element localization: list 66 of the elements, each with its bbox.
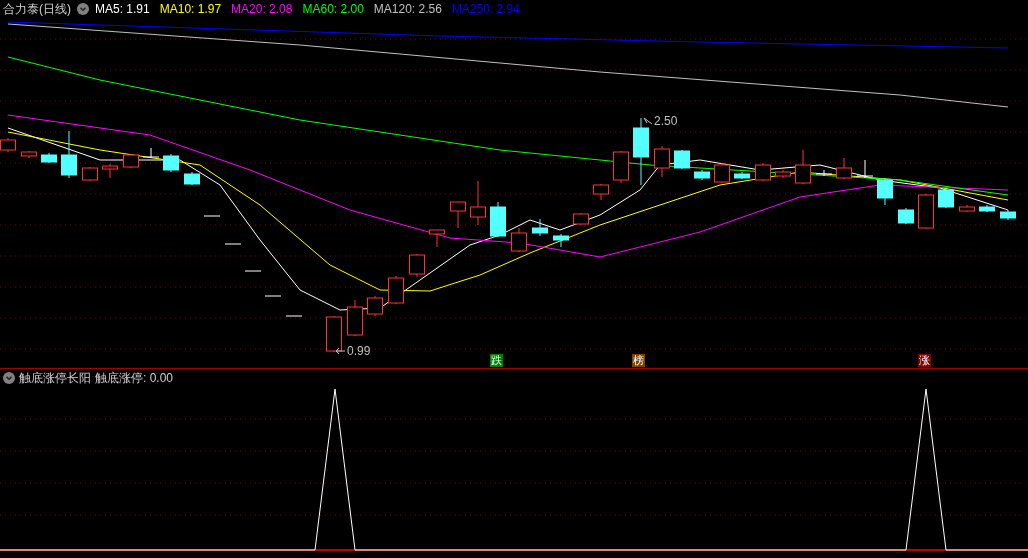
moving-average-value: MA250: 2.94 — [451, 1, 520, 18]
moving-average-value: MA20: 2.08 — [231, 1, 293, 18]
moving-average-value: MA5: 1.91 — [95, 1, 150, 18]
candlestick — [815, 169, 833, 177]
signal-marker: 榜 — [632, 354, 645, 367]
candlestick — [593, 183, 609, 201]
high-price-label: 2.50 — [654, 115, 678, 127]
candlestick — [285, 315, 303, 317]
indicator-value: 触底涨停: 0.00 — [95, 369, 174, 387]
candlestick — [388, 275, 404, 305]
candlestick — [553, 233, 569, 248]
candlestick — [61, 130, 77, 179]
candlestick — [734, 171, 750, 180]
chevron-down-icon[interactable] — [3, 371, 15, 384]
candlestick — [856, 159, 874, 179]
candlestick — [694, 169, 710, 181]
candlestick — [123, 153, 139, 169]
candlestick — [450, 201, 466, 229]
candlestick — [21, 150, 37, 159]
candlestick — [674, 149, 690, 170]
candlestick — [490, 201, 506, 238]
candlestick — [347, 299, 363, 337]
candlestick — [1000, 209, 1016, 221]
chevron-down-icon[interactable] — [77, 3, 89, 15]
signal-marker: 跌 — [490, 354, 503, 367]
candlestick — [203, 215, 221, 217]
candlestick — [795, 149, 811, 185]
indicator-title: 触底涨停长阳 — [19, 369, 91, 387]
candlestick — [264, 295, 282, 297]
candlestick — [654, 145, 670, 178]
moving-average-value: MA120: 2.56 — [373, 1, 442, 18]
candlestick — [326, 315, 342, 353]
candlestick — [573, 212, 589, 226]
candlestick — [836, 157, 852, 180]
candlestick — [142, 147, 160, 159]
candlestick — [613, 150, 629, 184]
signal-marker: 涨 — [918, 354, 931, 367]
candlestick — [633, 117, 649, 186]
candlestick — [959, 204, 975, 213]
candlestick — [409, 253, 425, 278]
candlestick — [41, 152, 57, 164]
moving-average-value: MA10: 1.97 — [159, 1, 222, 18]
candlestick — [938, 187, 954, 209]
arrow-icon — [643, 117, 653, 125]
candlestick — [918, 193, 934, 230]
candlestick — [429, 229, 445, 248]
moving-average-value: MA60: 2.00 — [302, 1, 364, 18]
candlestick — [367, 295, 383, 317]
candlestick — [532, 218, 548, 237]
candlestick — [755, 162, 771, 182]
candlestick — [775, 169, 791, 179]
candlestick — [244, 270, 262, 272]
low-price-label: 0.99 — [347, 345, 371, 357]
stock-title: 合力泰(日线) — [3, 1, 71, 18]
candlestick — [979, 204, 995, 213]
candlestick — [184, 171, 200, 186]
candlestick — [898, 207, 914, 225]
candlestick — [877, 177, 893, 206]
candlestick — [163, 153, 179, 173]
candlestick — [511, 227, 527, 253]
candlestick — [470, 180, 486, 226]
candlestick — [102, 163, 118, 179]
candlestick — [82, 166, 98, 182]
candlestick — [224, 243, 242, 245]
candlestick — [714, 162, 730, 184]
arrow-icon — [335, 347, 346, 355]
